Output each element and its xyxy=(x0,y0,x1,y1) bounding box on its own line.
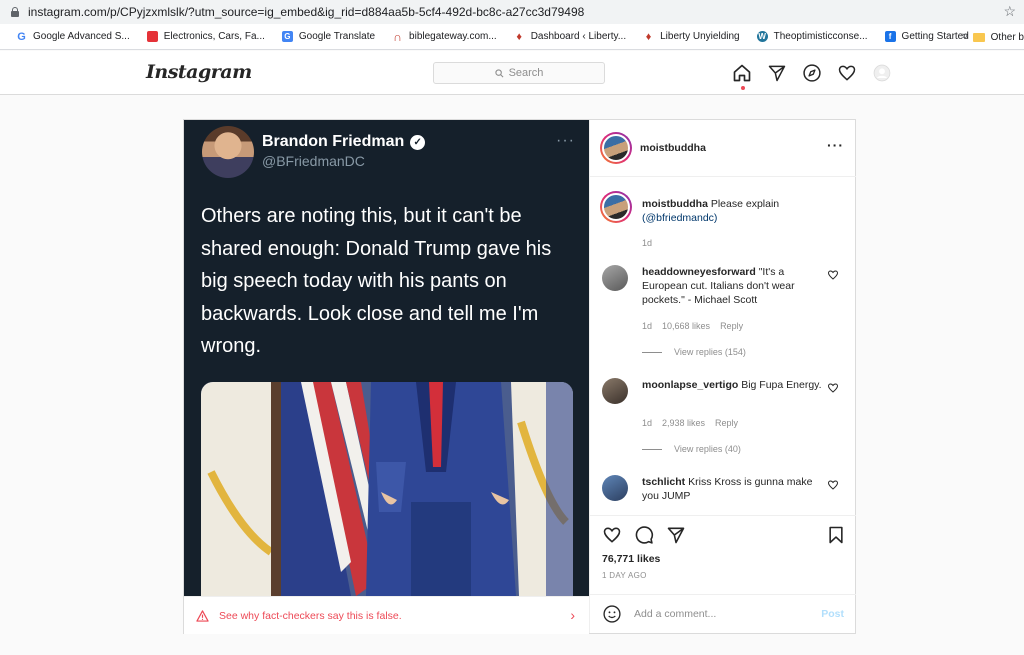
caption: moistbuddha Please explain (@bfriedmandc… xyxy=(600,191,847,251)
lock-icon xyxy=(10,7,20,17)
like-comment-heart-icon[interactable] xyxy=(827,479,839,491)
post-comment-button[interactable]: Post xyxy=(821,608,844,620)
comment-text: Big Fupa Energy. xyxy=(741,379,822,391)
comment-likes[interactable]: 10,668 likes xyxy=(662,321,710,331)
activity-heart-icon[interactable] xyxy=(837,63,857,83)
folder-icon xyxy=(972,32,985,42)
bookmark-dashboard-liberty[interactable]: ♦ Dashboard ‹ Liberty... xyxy=(514,30,626,43)
translate-icon: G xyxy=(281,31,293,42)
bookmarks-bar: G Google Advanced S... Electronics, Cars… xyxy=(0,24,1024,50)
comment-bubble-icon[interactable] xyxy=(634,525,654,545)
add-comment-bar: Post xyxy=(590,594,856,633)
bookmark-google-advanced[interactable]: G Google Advanced S... xyxy=(16,30,130,43)
warning-icon xyxy=(196,609,209,622)
commenter-username[interactable]: moonlapse_vertigo xyxy=(642,379,738,391)
tweet-image[interactable]: Brandon Friedman ✓ @BFriedmanDC ··· Othe… xyxy=(184,120,589,596)
shopping-bag-icon xyxy=(146,31,158,42)
caption-mention-link[interactable]: (@bfriedmandc) xyxy=(642,212,717,224)
save-bookmark-icon[interactable] xyxy=(826,525,846,545)
instagram-logo[interactable]: Instagram xyxy=(146,61,252,83)
bookmark-theoptimisticconse[interactable]: W Theoptimisticconse... xyxy=(756,31,868,42)
post-card: Brandon Friedman ✓ @BFriedmanDC ··· Othe… xyxy=(183,119,856,634)
caption-author-username[interactable]: moistbuddha xyxy=(642,198,708,210)
post-sidebar: moistbuddha ··· moistbuddha Please expla… xyxy=(589,120,856,633)
fact-check-banner[interactable]: See why fact-checkers say this is false.… xyxy=(184,596,589,634)
commenter-avatar[interactable] xyxy=(602,475,628,501)
likes-count[interactable]: 76,771 likes xyxy=(602,553,660,565)
bookmark-other[interactable]: Other b xyxy=(972,24,1024,49)
tweet-author-avatar xyxy=(202,126,254,178)
comment-input[interactable] xyxy=(634,608,804,620)
explore-compass-icon[interactable] xyxy=(802,63,822,83)
bookmark-star-icon[interactable]: ☆ xyxy=(1003,3,1016,20)
bookmark-biblegateway[interactable]: ∩ biblegateway.com... xyxy=(392,29,496,44)
commenter-avatar[interactable] xyxy=(602,265,628,291)
post-timestamp: 1 DAY AGO xyxy=(602,571,647,580)
post-actions: 76,771 likes 1 DAY AGO xyxy=(590,515,856,587)
comment-meta: 1d 2,938 likes Reply xyxy=(642,418,739,428)
like-heart-icon[interactable] xyxy=(602,525,622,545)
comments-list[interactable]: moistbuddha Please explain (@bfriedmandc… xyxy=(590,177,856,515)
reply-button[interactable]: Reply xyxy=(720,321,743,331)
tweet-author-handle: @BFriedmanDC xyxy=(262,153,365,169)
bookmark-electronics[interactable]: Electronics, Cars, Fa... xyxy=(146,31,265,42)
caption-text: Please explain xyxy=(710,198,780,210)
reply-button[interactable]: Reply xyxy=(715,418,738,428)
caption-author-avatar[interactable] xyxy=(600,191,632,223)
instagram-header: Instagram Search xyxy=(0,51,1024,95)
bookmarks-overflow-chevron[interactable]: » xyxy=(962,30,968,42)
caption-meta: 1d xyxy=(642,238,653,248)
like-comment-heart-icon[interactable] xyxy=(827,269,839,281)
commenter-avatar[interactable] xyxy=(602,378,628,404)
commenter-username[interactable]: tschlicht xyxy=(642,476,685,488)
flame-icon: ♦ xyxy=(516,30,522,43)
author-avatar[interactable] xyxy=(600,132,632,164)
commenter-username[interactable]: headdowneyesforward xyxy=(642,266,756,278)
comment: moonlapse_vertigo Big Fupa Energy. 1d 2,9… xyxy=(602,378,847,458)
post-header: moistbuddha ··· xyxy=(590,120,856,177)
comment-likes[interactable]: 2,938 likes xyxy=(662,418,705,428)
verified-badge-icon: ✓ xyxy=(410,134,426,150)
tweet-photo xyxy=(201,382,573,596)
bookmark-google-translate[interactable]: G Google Translate xyxy=(281,31,375,42)
tweet-text: Others are noting this, but it can't be … xyxy=(201,205,552,357)
like-comment-heart-icon[interactable] xyxy=(827,382,839,394)
view-replies-button[interactable]: View replies (154) xyxy=(642,347,746,357)
author-username[interactable]: moistbuddha xyxy=(640,142,706,154)
url-text: instagram.com/p/CPyjzxmlslk/?utm_source=… xyxy=(28,5,585,19)
view-replies-button[interactable]: View replies (40) xyxy=(642,444,741,454)
comment-meta: 1d 10,668 likes Reply xyxy=(642,321,744,331)
direct-message-icon[interactable] xyxy=(767,63,787,83)
tweet-more-icon: ··· xyxy=(556,132,575,149)
flame-icon: ♦ xyxy=(645,30,652,43)
profile-avatar-icon[interactable] xyxy=(872,63,892,83)
more-options-icon[interactable]: ··· xyxy=(827,137,844,153)
search-input[interactable]: Search xyxy=(433,62,605,84)
biblegateway-icon: ∩ xyxy=(393,29,402,44)
bookmark-liberty-unyielding[interactable]: ♦ Liberty Unyielding xyxy=(643,30,740,43)
comment: headdowneyesforward "It's a European cut… xyxy=(602,265,847,357)
comment: tschlicht Kriss Kross is gunna make you … xyxy=(602,475,847,515)
address-bar[interactable]: instagram.com/p/CPyjzxmlslk/?utm_source=… xyxy=(0,0,1024,24)
fact-check-label: See why fact-checkers say this is false. xyxy=(219,609,402,622)
active-nav-indicator xyxy=(741,86,745,90)
tweet-author-name: Brandon Friedman ✓ xyxy=(262,133,426,151)
search-icon xyxy=(494,68,504,77)
flags-and-suit-photo xyxy=(201,382,573,596)
chevron-right-icon: › xyxy=(570,607,575,623)
firefox-icon: f xyxy=(884,31,896,42)
home-icon[interactable] xyxy=(732,63,752,83)
share-paper-plane-icon[interactable] xyxy=(666,525,686,545)
emoji-smiley-icon[interactable] xyxy=(602,604,622,624)
google-icon: G xyxy=(17,30,26,43)
wordpress-icon: W xyxy=(756,31,768,42)
bookmark-getting-started[interactable]: f Getting Started xyxy=(884,31,969,42)
